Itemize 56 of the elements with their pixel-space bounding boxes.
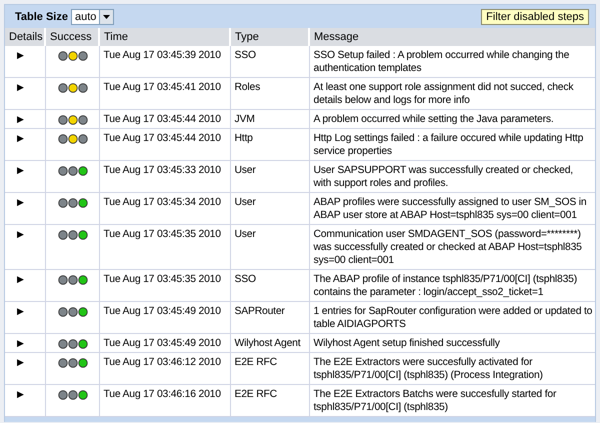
expand-toggle[interactable]: ▶	[9, 229, 24, 239]
message-cell: 1 entries for SapRouter configuration were added or updated to table AIDIAGPORTS	[314, 306, 592, 330]
message-cell: The E2E Extractors were succesfully activated for tsphl835/P71/00[CI] (tsphl835) (Process Integration)	[314, 357, 543, 381]
expand-toggle[interactable]: ▶	[9, 306, 24, 316]
time-cell: Tue Aug 17 03:45:44 2010	[104, 114, 221, 125]
time-cell: Tue Aug 17 03:46:16 2010	[104, 389, 221, 400]
time-cell: Tue Aug 17 03:45:44 2010	[104, 133, 221, 144]
expand-toggle[interactable]: ▶	[9, 82, 24, 92]
message-cell: SSO Setup failed : A problem occurred while changing the authentication templates	[314, 50, 570, 74]
type-cell: User	[234, 197, 256, 208]
type-cell: SSO	[234, 50, 256, 61]
expand-toggle[interactable]: ▶	[9, 197, 24, 207]
message-cell: The E2E Extractors Batchs were succesfully started for tsphl835/P71/00[CI] (tsphl835)	[314, 389, 556, 413]
time-cell: Tue Aug 17 03:45:49 2010	[104, 338, 221, 349]
type-cell: E2E RFC	[234, 357, 277, 368]
expand-toggle[interactable]: ▶	[9, 165, 24, 175]
expand-toggle[interactable]: ▶	[9, 357, 24, 367]
expand-toggle[interactable]: ▶	[9, 338, 24, 348]
expand-toggle[interactable]: ▶	[9, 50, 24, 60]
time-cell: Tue Aug 17 03:45:33 2010	[104, 165, 221, 176]
message-cell: Wilyhost Agent setup finished successfully	[314, 338, 500, 349]
type-cell: User	[234, 229, 256, 240]
type-cell: Roles	[234, 82, 260, 93]
column-header[interactable]: Success	[45, 28, 99, 46]
time-cell: Tue Aug 17 03:45:49 2010	[104, 306, 221, 317]
message-cell: User SAPSUPPORT was successfully created or checked, with support roles and profiles.	[314, 165, 573, 189]
time-cell: Tue Aug 17 03:45:35 2010	[104, 274, 221, 285]
time-cell: Tue Aug 17 03:46:12 2010	[104, 357, 221, 368]
type-cell: Http	[234, 133, 253, 144]
table-size-dropdown[interactable]: auto	[70, 8, 114, 24]
message-cell: At least one support role assignment did not succed, check details below and logs for more info	[314, 82, 574, 106]
message-cell: A problem occurred while setting the Java parameters.	[314, 114, 554, 125]
column-header[interactable]: Details	[5, 28, 45, 46]
time-cell: Tue Aug 17 03:45:39 2010	[104, 50, 221, 61]
message-cell: Http Log settings failed : a failure occured while updating Http service properties	[314, 133, 584, 157]
expand-toggle[interactable]: ▶	[9, 114, 24, 124]
column-header[interactable]: Type	[230, 28, 309, 46]
type-cell: Wilyhost Agent	[234, 338, 300, 349]
time-cell: Tue Aug 17 03:45:34 2010	[104, 197, 221, 208]
type-cell: User	[234, 165, 256, 176]
message-cell: ABAP profiles were successfully assigned to user SM_SOS in ABAP user store at ABAP Host=tsphl835 sys=00 client=001	[314, 197, 586, 221]
message-cell: The ABAP profile of instance tsphl835/P71/00[CI] (tsphl835) contains the parameter : login/accept_sso2_ticket=1	[314, 274, 578, 298]
type-cell: SAPRouter	[234, 306, 285, 317]
column-header[interactable]: Time	[99, 28, 230, 46]
type-cell: E2E RFC	[234, 389, 277, 400]
type-cell: SSO	[234, 274, 256, 285]
expand-toggle[interactable]: ▶	[9, 389, 24, 399]
type-cell: JVM	[234, 114, 255, 125]
expand-toggle[interactable]: ▶	[9, 133, 24, 143]
table-size-label: Table Size	[15, 10, 68, 22]
expand-toggle[interactable]: ▶	[9, 274, 24, 284]
caret-icon	[103, 14, 110, 18]
column-header[interactable]: Message	[309, 28, 595, 46]
time-cell: Tue Aug 17 03:45:35 2010	[104, 229, 221, 240]
message-cell: Communication user SMDAGENT_SOS (password=********) was successfully created or checked at ABAP Host=tsphl835 sys=00 client=001	[314, 229, 582, 266]
time-cell: Tue Aug 17 03:45:41 2010	[104, 82, 221, 93]
